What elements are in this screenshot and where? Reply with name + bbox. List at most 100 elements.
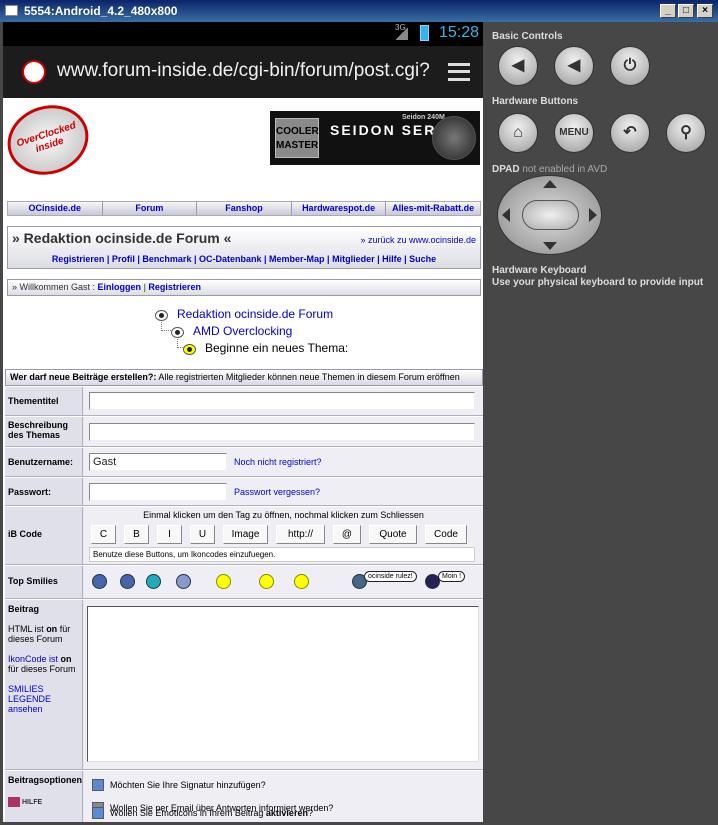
hilfe-button[interactable]: HILFE — [8, 797, 79, 807]
dpad-up-icon[interactable] — [543, 180, 557, 188]
message-textarea[interactable] — [87, 606, 479, 762]
battery-icon — [420, 25, 429, 41]
passwort-label: Passwort: — [5, 478, 83, 505]
folder-open-icon — [183, 344, 196, 355]
forum-title: » Redaktion ocinside.de Forum « — [12, 230, 232, 246]
permissions-header: Wer darf neue Beiträge erstellen?: Alle … — [5, 369, 483, 386]
ib-url-button[interactable]: http:// — [276, 525, 325, 544]
ad-banner[interactable]: COOLER MASTER SEIDON SERIES Seidon 240M — [270, 111, 480, 165]
ib-code-button[interactable]: Code — [425, 525, 467, 544]
signature-checkbox[interactable] — [92, 779, 104, 791]
keyboard-text: Use your physical keyboard to provide in… — [492, 277, 704, 288]
volume-up-icon[interactable]: ◀ — [554, 46, 594, 86]
breadcrumb-forum[interactable]: Redaktion ocinside.de Forum — [177, 307, 333, 321]
smiley-icon[interactable] — [259, 574, 274, 589]
beschreibung-input[interactable] — [89, 423, 475, 441]
menu-button[interactable]: MENU — [554, 113, 594, 153]
site-logo[interactable]: OverClocked inside — [3, 94, 98, 186]
power-icon[interactable]: ⏻ — [610, 46, 650, 86]
row-beitrag: Beitrag HTML ist on für dieses Forum Iko… — [5, 600, 483, 770]
thementitel-input[interactable] — [89, 392, 475, 410]
benutzername-input[interactable]: Gast — [89, 453, 227, 471]
beschreibung-cell — [84, 417, 483, 446]
new-topic-form: Wer darf neue Beiträge erstellen?: Alle … — [5, 369, 483, 822]
emoticons-label: Wollen Sie Emoticons in Ihrem Beitrag ak… — [110, 808, 313, 818]
dpad[interactable] — [497, 175, 602, 255]
smilies-cell: ocinside rulez! Moin ! — [84, 566, 483, 598]
link-benchmark[interactable]: Benchmark — [142, 254, 191, 264]
hardware-buttons-title: Hardware Buttons — [492, 96, 579, 107]
ikoncode-suffix: für dieses Forum — [8, 664, 76, 674]
ib-c-button[interactable]: C — [91, 525, 116, 544]
breadcrumb-current: Beginne ein neues Thema: — [205, 341, 349, 355]
keyboard-title: Hardware Keyboard — [492, 265, 587, 276]
smiley-icon[interactable] — [120, 574, 135, 589]
smiley-icon[interactable] — [92, 574, 107, 589]
nav-fanshop[interactable]: Fanshop — [197, 202, 292, 215]
benutzername-label: Benutzername: — [5, 448, 83, 476]
smilies-legend-link[interactable]: SMILIES LEGENDE ansehen — [8, 684, 79, 714]
beitrag-label: Beitrag — [8, 604, 40, 614]
ib-underline-button[interactable]: U — [190, 525, 215, 544]
basic-controls-title: Basic Controls — [492, 31, 563, 42]
dpad-down-icon[interactable] — [543, 242, 557, 250]
smiley-coffee-icon[interactable] — [294, 574, 309, 589]
ib-bold-button[interactable]: B — [124, 525, 149, 544]
dpad-label: DPAD — [492, 164, 520, 175]
emoticons-label-post: ? — [307, 808, 313, 818]
register-link[interactable]: Registrieren — [148, 282, 201, 292]
ikoncode-status: on — [60, 654, 72, 664]
home-icon[interactable]: ⌂ — [498, 113, 538, 153]
hilfe-label: HILFE — [21, 798, 43, 806]
close-button[interactable]: × — [697, 4, 713, 18]
ib-email-button[interactable]: @ — [333, 525, 361, 544]
dpad-left-icon[interactable] — [502, 208, 510, 222]
maximize-button[interactable]: □ — [678, 4, 694, 18]
nav-ocinside[interactable]: OCinside.de — [8, 202, 103, 215]
url-text[interactable]: www.forum-inside.de/cgi-bin/forum/post.c… — [57, 60, 430, 82]
row-ibcode: iB Code Einmal klicken um den Tag zu öff… — [5, 507, 483, 565]
ibcode-cell: Einmal klicken um den Tag zu öffnen, noc… — [84, 507, 483, 564]
thementitel-label: Thementitel — [5, 387, 83, 415]
dpad-center[interactable] — [522, 200, 579, 230]
link-member-map[interactable]: Member-Map — [269, 254, 325, 264]
browser-url-bar[interactable]: www.forum-inside.de/cgi-bin/forum/post.c… — [3, 46, 483, 98]
smiley-icon[interactable] — [176, 574, 191, 589]
html-status: on — [46, 624, 58, 634]
permissions-label: Wer darf neue Beiträge erstellen?: — [10, 372, 157, 382]
ib-italic-button[interactable]: I — [157, 525, 182, 544]
smiley-rulez-badge: ocinside rulez! — [364, 571, 417, 582]
search-icon[interactable]: ⚲ — [666, 113, 706, 153]
breadcrumb-subforum[interactable]: AMD Overclocking — [193, 324, 292, 338]
forgot-password-link[interactable]: Passwort vergessen? — [234, 487, 320, 497]
smiley-wave-icon[interactable] — [216, 574, 231, 589]
not-registered-link[interactable]: Noch nicht registriert? — [234, 457, 322, 467]
link-mitglieder[interactable]: Mitglieder — [332, 254, 375, 264]
link-oc-datenbank[interactable]: OC-Datenbank — [199, 254, 262, 264]
link-profil[interactable]: Profil — [112, 254, 135, 264]
emoticons-checkbox[interactable] — [92, 807, 104, 819]
back-link[interactable]: » zurück zu www.ocinside.de — [360, 235, 476, 245]
forum-header: » Redaktion ocinside.de Forum « » zurück… — [7, 226, 481, 269]
nav-hardwarespot[interactable]: Hardwarespot.de — [292, 202, 387, 215]
volume-down-icon[interactable]: ◀ — [498, 46, 538, 86]
back-icon[interactable]: ↶ — [610, 113, 650, 153]
nav-forum[interactable]: Forum — [103, 202, 198, 215]
link-hilfe[interactable]: Hilfe — [382, 254, 402, 264]
minimize-button[interactable]: _ — [660, 4, 676, 18]
ibcode-help: Benutze diese Buttons, um Ikoncodes einz… — [89, 547, 475, 562]
device-screen: 3G 15:28 www.forum-inside.de/cgi-bin/for… — [3, 22, 483, 822]
ib-quote-button[interactable]: Quote — [369, 525, 417, 544]
ib-image-button[interactable]: Image — [223, 525, 268, 544]
signal-icon — [396, 26, 408, 40]
smiley-icon[interactable] — [146, 574, 161, 589]
dpad-right-icon[interactable] — [589, 208, 597, 222]
book-icon — [8, 797, 20, 807]
link-registrieren[interactable]: Registrieren — [52, 254, 105, 264]
link-suche[interactable]: Suche — [409, 254, 436, 264]
login-link[interactable]: Einloggen — [98, 282, 142, 292]
passwort-input[interactable] — [89, 483, 227, 501]
ikoncode-link[interactable]: IkonCode ist — [8, 654, 58, 664]
browser-menu-icon[interactable] — [448, 63, 470, 81]
nav-rabatt[interactable]: Alles-mit-Rabatt.de — [386, 202, 480, 215]
